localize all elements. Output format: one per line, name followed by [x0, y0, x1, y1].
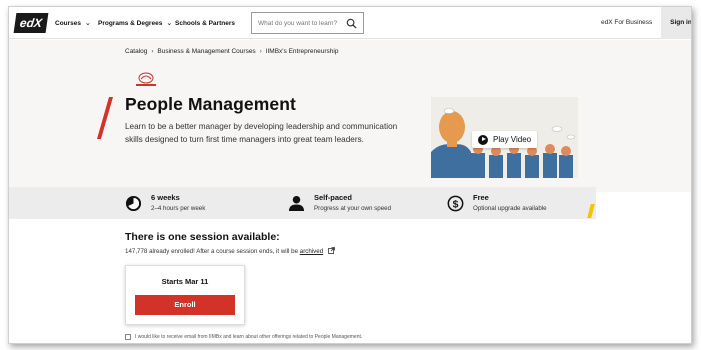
accent-slash: [96, 97, 114, 139]
breadcrumb-iimbx-entrepreneurship[interactable]: IIMBx's Entrepreneurship: [266, 48, 339, 55]
enrolled-count-text: 147,778 already enrolled! After a course…: [125, 248, 299, 255]
stat-pace-subtitle: Progress at your own speed: [314, 205, 392, 212]
chevron-down-icon: ⌄: [166, 20, 173, 27]
person-icon: [288, 195, 305, 212]
chevron-right-icon: ›: [259, 48, 262, 55]
chevron-down-icon: ⌄: [85, 20, 91, 27]
svg-text:$: $: [453, 199, 459, 210]
course-video-thumbnail[interactable]: Play Video: [431, 97, 578, 178]
course-description: Learn to be a better manager by developi…: [125, 122, 398, 144]
stat-duration-subtitle: 2–4 hours per week: [151, 205, 206, 212]
session-card: Starts Mar 11 Enroll: [125, 265, 245, 325]
dollar-icon: $: [447, 195, 464, 212]
email-consent: I would like to receive email from IIMBx…: [125, 334, 362, 340]
enroll-button[interactable]: Enroll: [135, 295, 235, 315]
sign-in-button[interactable]: Sign in: [661, 7, 691, 39]
stat-pace-title: Self-paced: [314, 193, 352, 202]
play-icon: [478, 134, 488, 145]
search-icon[interactable]: [346, 18, 357, 29]
play-video-label: Play Video: [493, 135, 532, 144]
nav-schools-partners[interactable]: Schools & Partners: [175, 7, 235, 39]
nav-programs-degrees[interactable]: Programs & Degrees ⌄: [98, 7, 172, 39]
course-hero: Catalog › Business & Management Courses …: [9, 40, 691, 192]
search-input[interactable]: [258, 17, 342, 30]
archived-link[interactable]: archived: [300, 248, 323, 255]
session-start-date: Starts Mar 11: [161, 277, 209, 286]
session-heading: There is one session available:: [125, 231, 280, 243]
nav-schools-label: Schools & Partners: [175, 19, 235, 27]
stat-price-title: Free: [473, 193, 489, 202]
session-enrolled-text: 147,778 already enrolled! After a course…: [125, 247, 335, 255]
nav-courses-label: Courses: [55, 19, 82, 27]
consent-checkbox[interactable]: [125, 334, 131, 340]
site-header: edX Courses ⌄ Programs & Degrees ⌄ Schoo…: [9, 7, 691, 39]
clock-icon: [125, 195, 142, 212]
play-video-button[interactable]: Play Video: [472, 131, 537, 148]
course-title: People Management: [125, 94, 296, 114]
edx-for-business-link[interactable]: edX For Business: [601, 7, 652, 39]
breadcrumb: Catalog › Business & Management Courses …: [125, 48, 338, 55]
partner-logo[interactable]: [133, 71, 159, 89]
edx-logo[interactable]: edX: [13, 13, 49, 33]
external-link-icon[interactable]: [328, 247, 335, 254]
course-stats-bar: 6 weeks 2–4 hours per week Self-paced Pr…: [9, 187, 596, 219]
nav-programs-label: Programs & Degrees: [98, 19, 163, 27]
stat-price-subtitle: Optional upgrade available: [473, 205, 547, 212]
browser-page: edX Courses ⌄ Programs & Degrees ⌄ Schoo…: [8, 6, 692, 344]
breadcrumb-catalog[interactable]: Catalog: [125, 48, 147, 55]
search-box[interactable]: [251, 12, 364, 34]
nav-courses[interactable]: Courses ⌄: [55, 7, 91, 39]
breadcrumb-business-management[interactable]: Business & Management Courses: [157, 48, 255, 55]
chevron-right-icon: ›: [151, 48, 154, 55]
stat-duration-title: 6 weeks: [151, 193, 180, 202]
consent-label: I would like to receive email from IIMBx…: [135, 334, 363, 340]
